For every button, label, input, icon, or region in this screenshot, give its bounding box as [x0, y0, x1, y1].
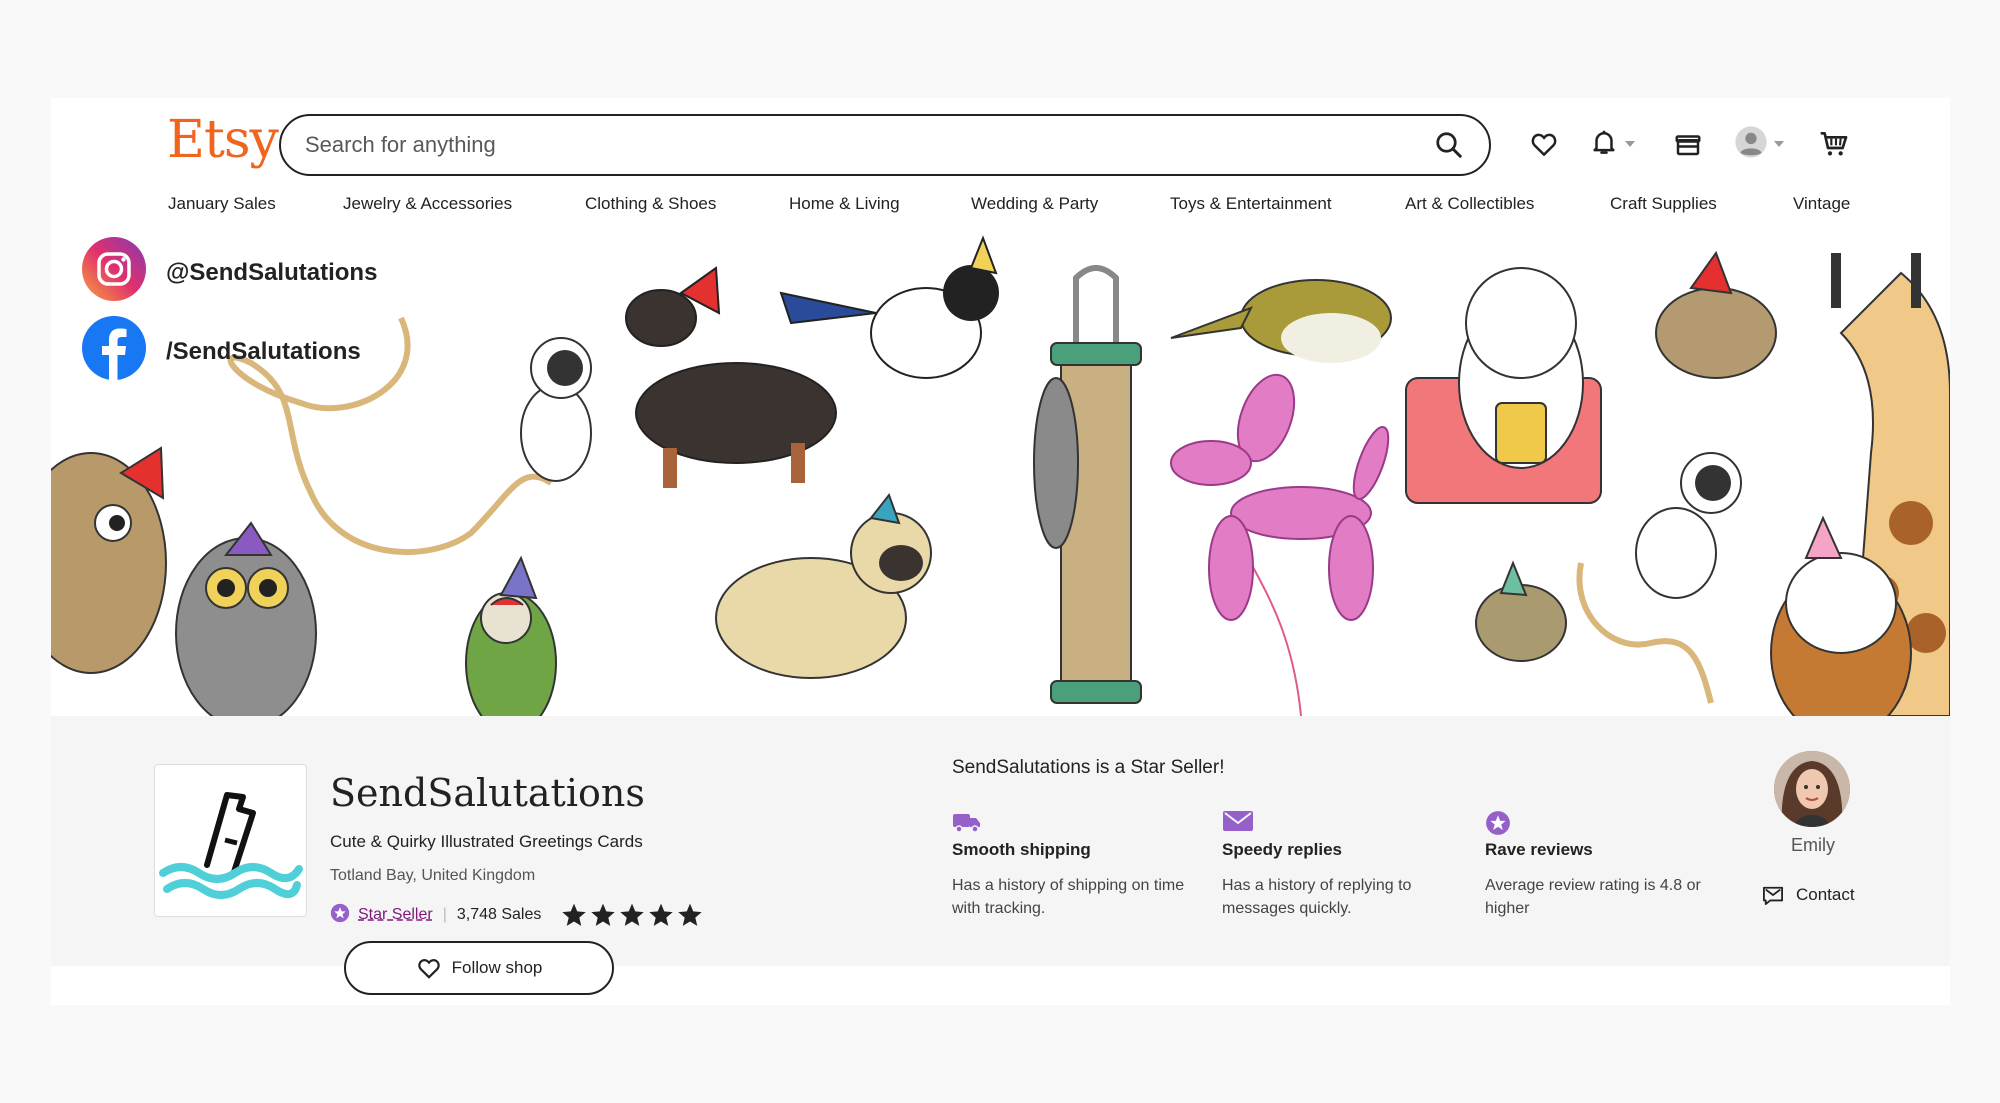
browser-page: Etsy January Sales Jewelry & Accessories… — [51, 98, 1950, 1005]
star-seller-badge-icon — [330, 903, 350, 928]
divider: | — [442, 906, 447, 923]
star-icon — [591, 903, 616, 926]
category-vintage[interactable]: Vintage — [1793, 194, 1850, 214]
search-bar[interactable] — [279, 114, 1491, 176]
follow-shop-button[interactable]: Follow shop — [344, 941, 614, 995]
category-art-collectibles[interactable]: Art & Collectibles — [1405, 194, 1534, 214]
feature-desc: Has a history of shipping on time with t… — [952, 877, 1185, 917]
category-home-living[interactable]: Home & Living — [789, 194, 900, 214]
facebook-link[interactable]: /SendSalutations — [82, 316, 361, 387]
feature-speedy-replies: Speedy replies Has a history of replying… — [1222, 810, 1462, 920]
heart-icon[interactable] — [1529, 126, 1559, 162]
feature-desc: Average review rating is 4.8 or higher — [1485, 877, 1701, 917]
feature-smooth-shipping: Smooth shipping Has a history of shippin… — [952, 810, 1192, 920]
bell-icon — [1589, 127, 1619, 162]
instagram-handle: @SendSalutations — [166, 258, 378, 286]
facebook-icon — [82, 316, 146, 387]
category-jewelry-accessories[interactable]: Jewelry & Accessories — [343, 194, 512, 214]
category-craft-supplies[interactable]: Craft Supplies — [1610, 194, 1717, 214]
shop-stats: Star Seller | 3,748 Sales — [330, 902, 703, 928]
contact-button[interactable]: Contact — [1762, 885, 1855, 905]
message-in-bottle-icon — [159, 792, 303, 899]
instagram-link[interactable]: @SendSalutations — [82, 237, 377, 308]
shop-logo[interactable] — [154, 764, 307, 917]
star-icon — [649, 903, 674, 926]
heart-icon — [417, 959, 440, 979]
truck-icon — [952, 810, 1192, 834]
facebook-handle: /SendSalutations — [166, 337, 361, 365]
instagram-icon — [82, 237, 146, 308]
feature-rave-reviews: Rave reviews Average review rating is 4.… — [1485, 810, 1725, 920]
star-icon — [678, 903, 703, 926]
shop-banner: @SendSalutations /SendSalutations — [51, 233, 1950, 716]
rating-stars — [561, 902, 703, 928]
shop-tagline: Cute & Quirky Illustrated Greetings Card… — [330, 832, 643, 851]
notifications-button[interactable] — [1589, 126, 1635, 162]
category-clothing-shoes[interactable]: Clothing & Shoes — [585, 194, 716, 214]
feature-title: Smooth shipping — [952, 840, 1091, 859]
avatar-icon — [1734, 125, 1768, 164]
shop-owner[interactable]: Emily — [1774, 751, 1852, 856]
feature-title: Speedy replies — [1222, 840, 1343, 859]
chevron-down-icon — [1625, 141, 1635, 147]
message-icon — [1762, 886, 1783, 905]
owner-avatar[interactable] — [1774, 751, 1850, 827]
star-seller-title: SendSalutations is a Star Seller! — [952, 757, 1225, 778]
search-icon[interactable] — [1431, 127, 1467, 163]
star-seller-link[interactable]: Star Seller — [358, 906, 433, 924]
contact-label: Contact — [1796, 885, 1855, 904]
category-toys-entertainment[interactable]: Toys & Entertainment — [1170, 194, 1332, 214]
message-icon — [1222, 810, 1462, 834]
sales-count: 3,748 Sales — [456, 906, 542, 923]
feature-desc: Has a history of replying to messages qu… — [1222, 877, 1412, 917]
category-wedding-party[interactable]: Wedding & Party — [971, 194, 1098, 214]
star-icon — [620, 903, 645, 926]
star-icon — [562, 903, 587, 926]
owner-name: Emily — [1791, 835, 1835, 855]
search-input[interactable] — [305, 132, 1431, 158]
shop-info: SendSalutations Cute & Quirky Illustrate… — [51, 716, 1950, 995]
category-nav: January Sales Jewelry & Accessories Clot… — [51, 194, 1950, 234]
chevron-down-icon — [1774, 141, 1784, 147]
follow-shop-label: Follow shop — [451, 958, 543, 977]
etsy-logo[interactable]: Etsy — [167, 110, 279, 170]
feature-title: Rave reviews — [1485, 840, 1593, 859]
shop-name: SendSalutations — [330, 771, 645, 815]
cart-icon[interactable] — [1818, 126, 1850, 162]
account-button[interactable] — [1734, 125, 1784, 164]
star-badge-icon — [1485, 810, 1725, 835]
gift-icon[interactable] — [1673, 126, 1703, 162]
shop-location: Totland Bay, United Kingdom — [330, 867, 536, 884]
category-january-sales[interactable]: January Sales — [168, 194, 276, 214]
